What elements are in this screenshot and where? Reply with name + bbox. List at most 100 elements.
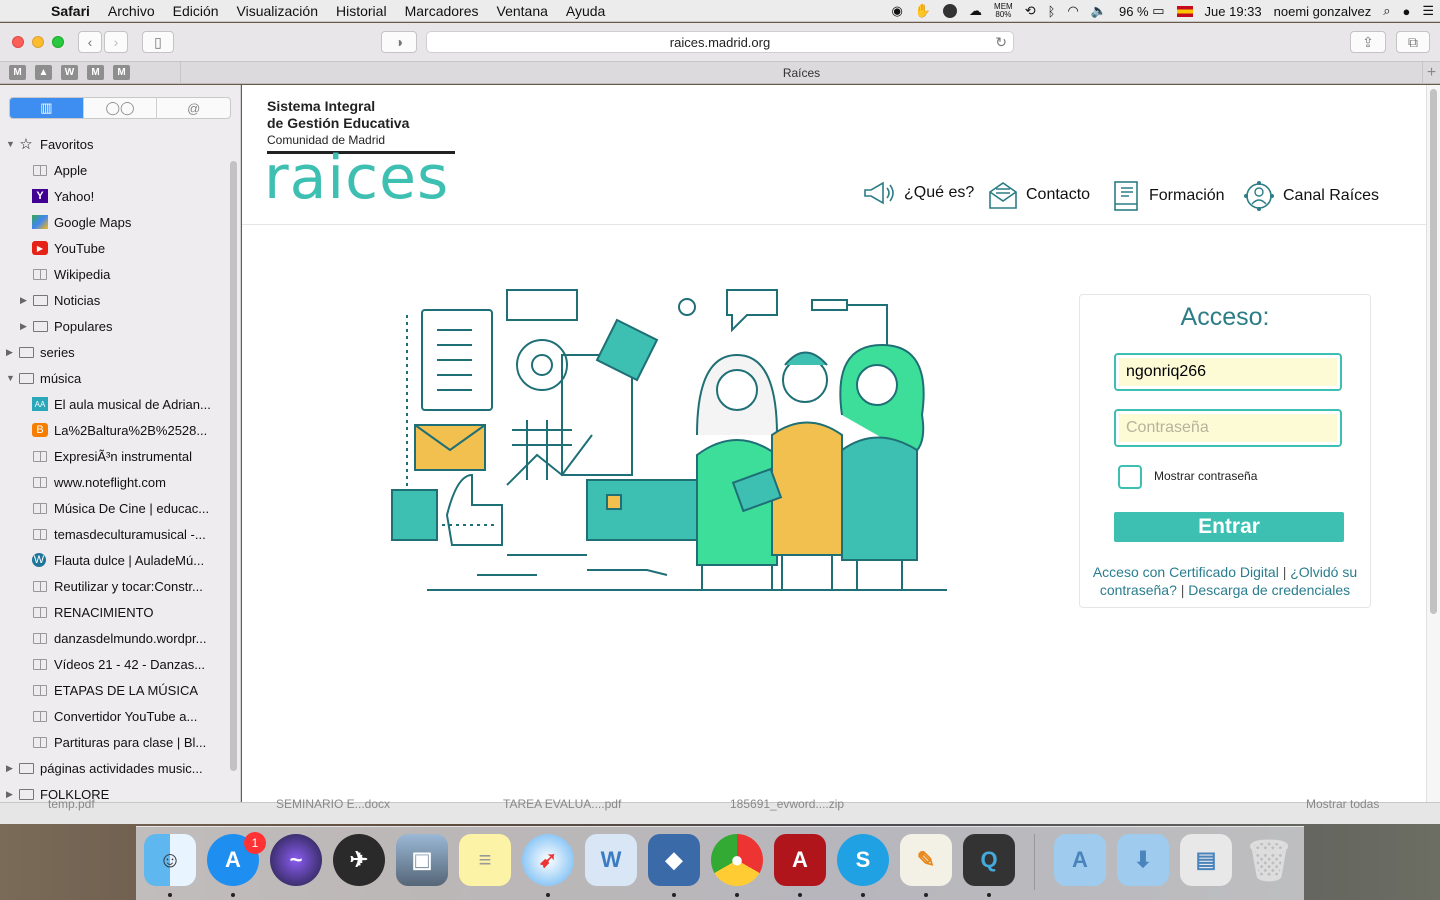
logo-wordmark[interactable]: raices [264, 143, 449, 213]
cert-digital-link[interactable]: Acceso con Certificado Digital [1093, 564, 1279, 580]
sidebar-bookmark-row[interactable]: www.noteflight.com [0, 469, 228, 495]
show-all-downloads[interactable]: Mostrar todas [1306, 797, 1379, 811]
hand-icon[interactable]: ✋ [909, 3, 937, 19]
sidebar-bookmark-row[interactable]: ▶ páginas actividades music... [0, 755, 228, 781]
sidebar-bookmark-row[interactable]: ▼ música [0, 365, 228, 391]
tabs-overview-icon[interactable]: ⧉ [1396, 31, 1430, 53]
sidebar-bookmark-row[interactable]: ▼ ☆ Favoritos [0, 131, 228, 157]
password-placeholder[interactable]: Contraseña [1119, 414, 1337, 442]
menu-archivo[interactable]: Archivo [99, 3, 164, 19]
notes-icon[interactable]: ≡ [459, 834, 511, 886]
clock[interactable]: Jue 19:33 [1199, 4, 1268, 19]
logo-title[interactable]: Sistema Integral de Gestión Educativa [267, 98, 409, 132]
pinned-tab-5[interactable]: M [113, 65, 130, 80]
volume-icon[interactable]: 🔈 [1085, 3, 1113, 19]
sidebar-bookmark-row[interactable]: Partituras para clase | Bl... [0, 729, 228, 755]
sidebar-toggle-icon[interactable]: ▯ [142, 31, 174, 53]
sidebar-bookmark-row[interactable]: Reutilizar y tocar:Constr... [0, 573, 228, 599]
siri-icon[interactable]: ● [1396, 4, 1416, 19]
sidebar-bookmark-row[interactable]: Vídeos 21 - 42 - Danzas... [0, 651, 228, 677]
minimize-window-button[interactable] [32, 36, 44, 48]
menu-ayuda[interactable]: Ayuda [557, 3, 614, 19]
back-button[interactable]: ‹ [78, 31, 102, 53]
close-window-button[interactable] [12, 36, 24, 48]
wifi-icon[interactable]: ◠ [1061, 3, 1084, 19]
input-source-flag-icon[interactable] [1171, 5, 1199, 17]
sidebar-bookmark-row[interactable]: ▶ FOLKLORE [0, 781, 228, 802]
disclosure-open-icon[interactable]: ▼ [6, 139, 15, 149]
sidebar-bookmark-row[interactable]: ETAPAS DE LA MÚSICA [0, 677, 228, 703]
documents-stack-icon[interactable]: ▤ [1180, 834, 1232, 886]
trash-icon[interactable]: 🗑 [1243, 834, 1295, 886]
address-bar[interactable]: raices.madrid.org ↻ [426, 31, 1014, 53]
show-password-label[interactable]: Mostrar contraseña [1154, 469, 1257, 483]
sidebar-bookmark-row[interactable]: danzasdelmundo.wordpr... [0, 625, 228, 651]
disclosure-closed-icon[interactable]: ▶ [20, 295, 27, 306]
nav-que-es[interactable]: ¿Qué es? [862, 180, 974, 206]
sidebar-bookmark-row[interactable]: Y Yahoo! [0, 183, 228, 209]
menu-visualizacion[interactable]: Visualización [228, 3, 327, 19]
download-item-1[interactable]: temp.pdf [48, 797, 95, 811]
sidebar-bookmark-row[interactable]: Google Maps [0, 209, 228, 235]
skype-status-icon[interactable] [937, 4, 963, 18]
sidebar-bookmark-row[interactable]: RENACIMIENTO [0, 599, 228, 625]
pinned-tab-4[interactable]: M [87, 65, 104, 80]
bookmarks-tab-icon[interactable]: ▥ [10, 98, 84, 118]
libreoffice-writer-icon[interactable]: W [585, 834, 637, 886]
sidebar-bookmark-row[interactable]: ▶ Noticias [0, 287, 228, 313]
fullscreen-window-button[interactable] [52, 36, 64, 48]
nav-contacto[interactable]: Contacto [988, 180, 1090, 210]
pinned-tab-drive-icon[interactable]: ▲ [35, 65, 52, 80]
show-password-checkbox[interactable] [1118, 465, 1142, 489]
skype-icon[interactable]: S [837, 834, 889, 886]
battery-status[interactable]: 96 % ▭ [1113, 3, 1171, 19]
nav-formacion[interactable]: Formación [1111, 180, 1225, 212]
sidebar-bookmark-row[interactable]: AA El aula musical de Adrian... [0, 391, 228, 417]
username-value[interactable]: ngonriq266 [1119, 358, 1337, 386]
disclosure-closed-icon[interactable]: ▶ [20, 321, 27, 332]
record-icon[interactable]: ◉ [886, 3, 909, 19]
forward-button[interactable]: › [104, 31, 128, 53]
sidebar-bookmark-row[interactable]: ▶ Populares [0, 313, 228, 339]
download-credentials-link[interactable]: Descarga de credenciales [1188, 582, 1350, 598]
new-tab-button[interactable]: + [1422, 62, 1440, 84]
sidebar-bookmark-row[interactable]: ExpresiÃ³n instrumental [0, 443, 228, 469]
menu-app-safari[interactable]: Safari [42, 3, 99, 19]
pinned-tab-3[interactable]: W [61, 65, 78, 80]
time-machine-icon[interactable]: ⟲ [1019, 3, 1042, 19]
spotlight-search-icon[interactable]: ⌕ [1377, 3, 1396, 19]
shared-links-tab-icon[interactable]: @ [157, 98, 230, 118]
page-scrollbar-thumb[interactable] [1430, 89, 1437, 614]
privacy-shield-icon[interactable]: ◑ [381, 31, 417, 53]
downloads-folder-icon[interactable]: ⬇ [1117, 834, 1169, 886]
sidebar-bookmark-row[interactable]: Apple [0, 157, 228, 183]
sidebar-bookmark-row[interactable]: B La%2Baltura%2B%2528... [0, 417, 228, 443]
bluetooth-icon[interactable]: ᛒ [1042, 4, 1062, 19]
image-capture-icon[interactable]: ▣ [396, 834, 448, 886]
quicktime-icon[interactable]: Q [963, 834, 1015, 886]
entrar-button[interactable]: Entrar [1114, 512, 1344, 542]
sidebar-bookmark-row[interactable]: W Flauta dulce | AuladeMú... [0, 547, 228, 573]
menu-ventana[interactable]: Ventana [488, 3, 557, 19]
download-item-4[interactable]: 185691_evword....zip [730, 797, 844, 811]
pinned-tab-1[interactable]: M [9, 65, 26, 80]
sidebar-bookmark-row[interactable]: ▶ YouTube [0, 235, 228, 261]
pages-icon[interactable]: ✎ [900, 834, 952, 886]
active-tab[interactable]: Raíces [180, 62, 1422, 84]
finder-icon[interactable]: ☺ [144, 834, 196, 886]
safari-icon[interactable]: ➹ [522, 834, 574, 886]
password-field[interactable]: Contraseña [1114, 409, 1342, 447]
sidebar-scrollbar[interactable] [230, 161, 237, 771]
username-field[interactable]: ngonriq266 [1114, 353, 1342, 391]
memory-monitor[interactable]: MEM 80% [988, 3, 1019, 19]
share-icon[interactable]: ⇪ [1350, 31, 1386, 53]
menu-marcadores[interactable]: Marcadores [396, 3, 488, 19]
menu-edicion[interactable]: Edición [164, 3, 228, 19]
user-name[interactable]: noemi gonzalvez [1268, 4, 1378, 19]
disclosure-closed-icon[interactable]: ▶ [6, 763, 13, 774]
nav-canal-raices[interactable]: Canal Raíces [1243, 180, 1379, 212]
download-item-3[interactable]: TAREA EVALUA....pdf [503, 797, 621, 811]
sidebar-bookmark-row[interactable]: Wikipedia [0, 261, 228, 287]
reload-icon[interactable]: ↻ [995, 34, 1007, 51]
siri-app-icon[interactable]: ~ [270, 834, 322, 886]
